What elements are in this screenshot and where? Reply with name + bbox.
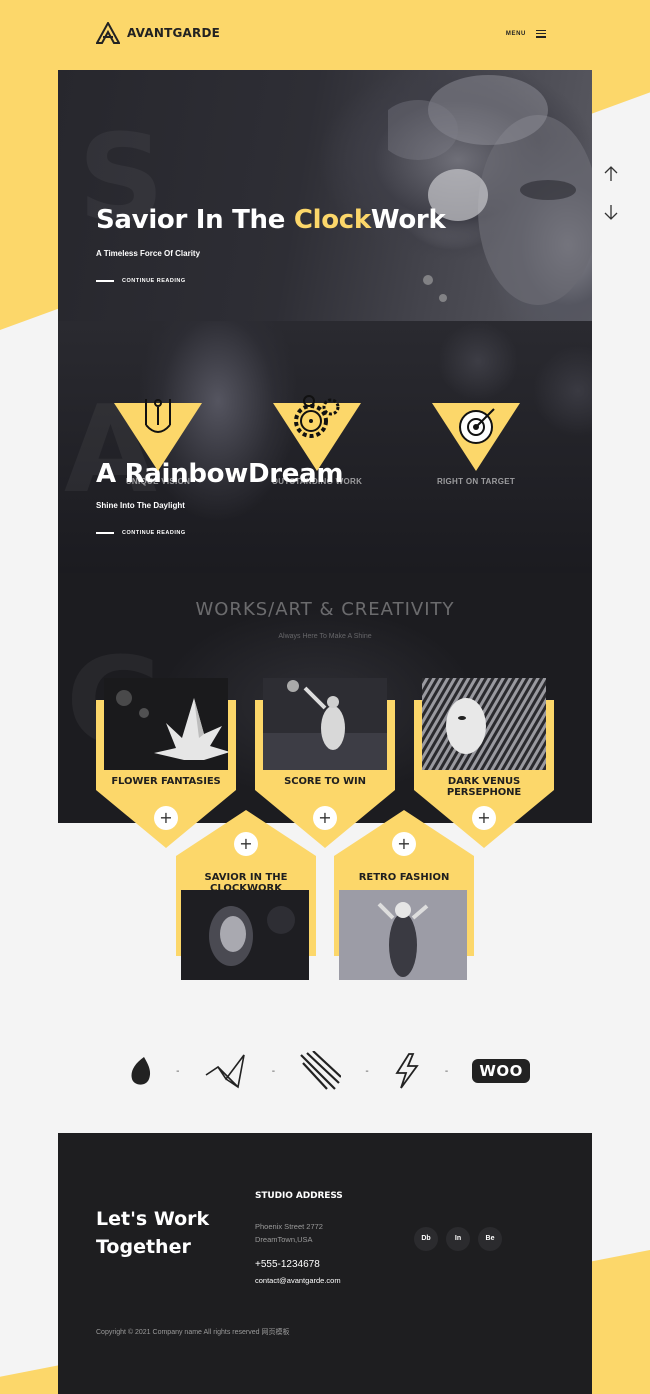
hero-slide-1: S Savior In The ClockWork A Timeless For… [58, 70, 592, 321]
plus-button[interactable]: + [154, 806, 178, 830]
logo-icon [96, 22, 120, 44]
continue-reading-link-2[interactable]: CONTINUE READING [96, 530, 186, 536]
dribbble-button[interactable]: Db [414, 1227, 438, 1251]
brand-separator: - [444, 1065, 449, 1077]
service-unique-vision[interactable]: UNIQUE VISION [114, 399, 202, 486]
card-title: FLOWER FANTASIES [111, 776, 221, 787]
continue-reading-link-1[interactable]: CONTINUE READING [96, 278, 186, 284]
card-photo [263, 678, 387, 770]
plus-button[interactable]: + [392, 832, 416, 856]
service-label: OUTSTANDING WORK [271, 477, 363, 486]
brand-separator: - [365, 1065, 369, 1077]
cta-line [96, 280, 114, 282]
lightning-icon [395, 1053, 419, 1089]
service-outstanding-work[interactable]: OUTSTANDING WORK [272, 395, 362, 486]
footer-cta: Let's Work Together [96, 1208, 210, 1258]
phone[interactable]: +555-1234678 [255, 1259, 320, 1270]
arrow-up-icon[interactable] [604, 166, 618, 182]
hero-subtitle-1: A Timeless Force Of Clarity [96, 249, 201, 258]
logo-text: AVANTGARDE [127, 26, 220, 40]
logo[interactable]: AVANTGARDE [96, 22, 220, 44]
service-label: UNIQUE VISION [125, 477, 191, 486]
brand-separator: - [271, 1065, 276, 1077]
hero-portrait-image [388, 75, 592, 305]
card-title: RETRO FASHION [358, 872, 450, 883]
card-photo [339, 890, 467, 980]
hero-title-1: Savior In The ClockWork [96, 205, 446, 235]
brand-separator: - [176, 1065, 180, 1077]
portfolio-card-savior-clockwork[interactable]: + SAVIOR IN THE CLOCKWORK [176, 810, 316, 980]
slider-arrows [604, 166, 618, 220]
card-title: SCORE TO WIN [284, 776, 366, 787]
gears-icon [294, 395, 340, 438]
address-line-1: Phoenix Street 2772 [255, 1222, 323, 1231]
plus-button[interactable]: + [472, 806, 496, 830]
envato-leaf-icon [131, 1057, 151, 1085]
behance-button[interactable]: Be [478, 1227, 502, 1251]
woo-logo-icon: WOO [472, 1059, 530, 1083]
plus-button[interactable]: + [234, 832, 258, 856]
service-right-on-target[interactable]: RIGHT ON TARGET [432, 403, 520, 486]
email[interactable]: contact@avantgarde.com [255, 1276, 341, 1285]
footer: Let's Work Together STUDIO ADDRESS Phoen… [58, 1133, 592, 1394]
card-photo [181, 890, 309, 980]
service-label: RIGHT ON TARGET [436, 477, 516, 486]
card-title: DARK VENUS PERSEPHONE [446, 776, 522, 798]
address-line-2: DreamTown,USA [255, 1235, 313, 1244]
claw-marks-icon [300, 1051, 342, 1090]
arrow-down-icon[interactable] [604, 204, 618, 220]
brand-logos-row: - - - - WOO [130, 1050, 530, 1092]
hero-subtitle-2: Shine Into The Daylight [96, 501, 185, 510]
cta-line [96, 532, 114, 534]
works-title: WORKS/ART & CREATIVITY [195, 599, 455, 620]
cta-label: CONTINUE READING [122, 278, 186, 284]
hero-slide-2: A A RainbowDream Shine Into The Daylight… [58, 321, 592, 573]
card-photo [422, 678, 546, 770]
menu-label: MENU [505, 30, 526, 37]
menu-button[interactable]: MENU [506, 28, 546, 40]
copyright: Copyright © 2021 Company name All rights… [96, 1329, 290, 1336]
hamburger-icon [536, 28, 546, 40]
card-photo [104, 678, 228, 770]
address-title: STUDIO ADDRESS [255, 1191, 343, 1201]
linkedin-button[interactable]: In [446, 1227, 470, 1251]
works-subtitle: Always Here To Make A Shine [278, 633, 372, 640]
address: Phoenix Street 2772 DreamTown,USA [255, 1220, 323, 1246]
cta-label: CONTINUE READING [122, 530, 186, 536]
origami-bird-icon [205, 1054, 245, 1089]
pen-tool-icon [145, 399, 171, 433]
social-links: Db In Be [414, 1227, 502, 1251]
portfolio-card-retro-fashion[interactable]: + RETRO FASHION [334, 810, 474, 980]
target-icon [459, 408, 495, 444]
